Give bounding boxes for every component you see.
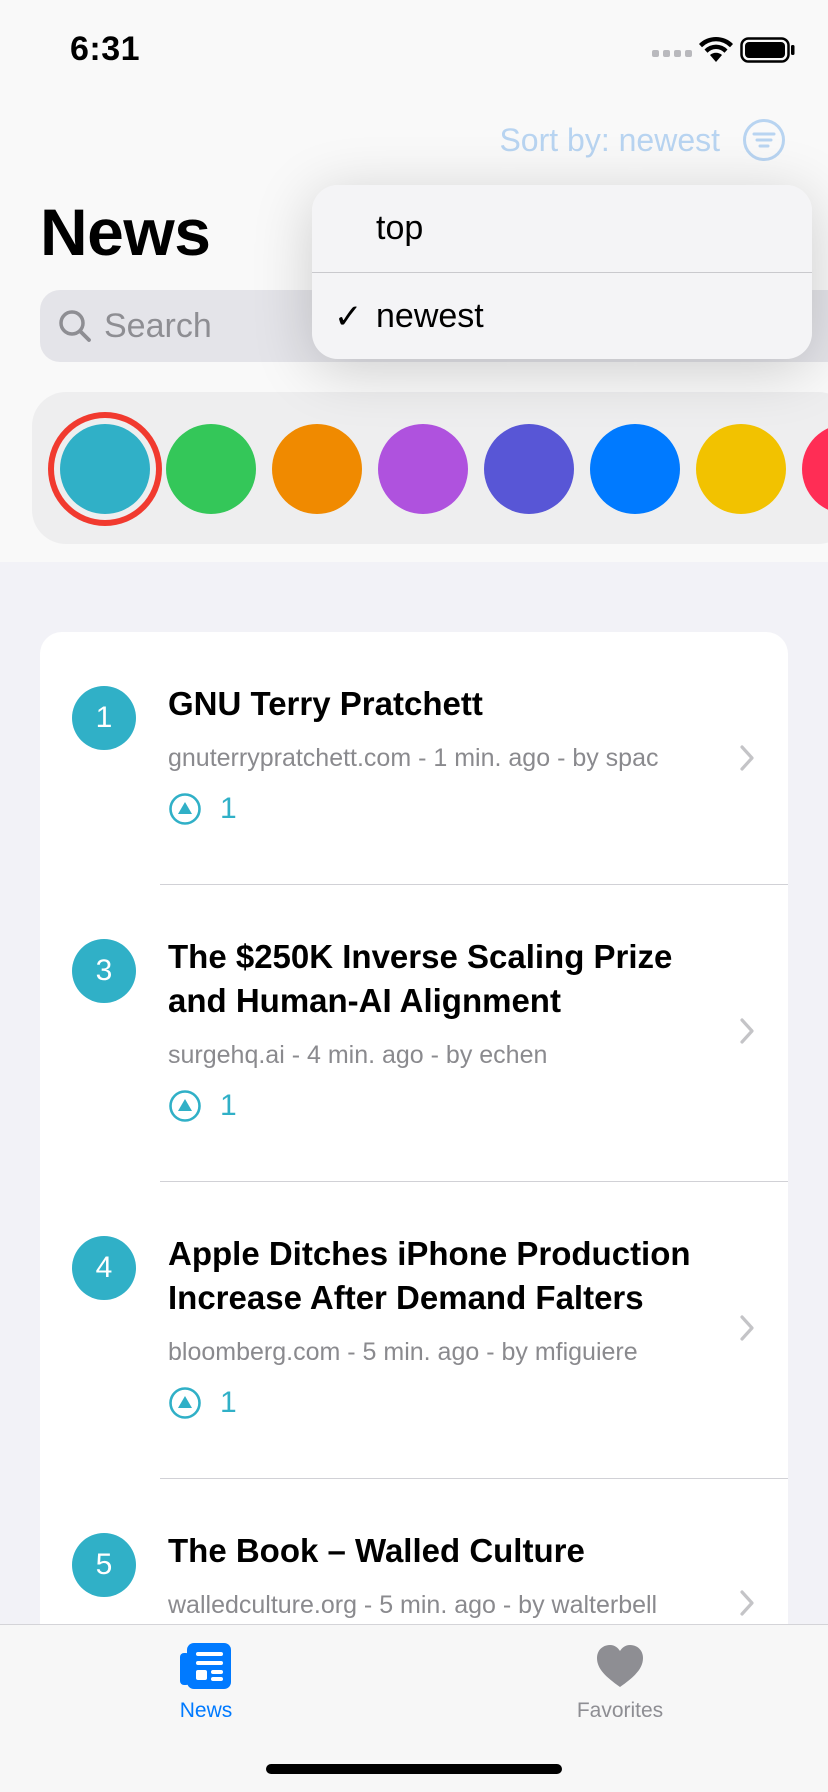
color-swatch[interactable] — [272, 424, 362, 514]
sort-option-label: newest — [376, 297, 484, 335]
score-value: 1 — [220, 1089, 237, 1122]
chevron-right-icon — [740, 1018, 754, 1044]
chevron-right-icon — [740, 1315, 754, 1341]
color-swatch[interactable] — [802, 424, 828, 514]
story-title: Apple Ditches iPhone Production Increase… — [168, 1235, 691, 1316]
rank-badge: 1 — [72, 686, 136, 750]
home-indicator — [266, 1764, 562, 1774]
story-score: 1 — [168, 792, 237, 826]
checkmark-icon: ✓ — [334, 297, 363, 336]
upvote-icon — [169, 1387, 201, 1419]
story-meta: gnuterrypratchett.com - 1 min. ago - by … — [168, 744, 659, 772]
upvote-icon — [169, 793, 201, 825]
color-swatch[interactable] — [590, 424, 680, 514]
cellular-signal-icon — [652, 50, 692, 57]
tab-label: Favorites — [576, 1699, 664, 1722]
heart-icon — [597, 1645, 643, 1687]
chevron-right-icon — [740, 745, 754, 771]
story-title: The Book – Walled Culture — [168, 1532, 585, 1569]
story-title: The $250K Inverse Scaling Prize and Huma… — [168, 938, 673, 1019]
screen: Sort by: newest News Search 6:31 1 GNU T… — [0, 0, 828, 1792]
chevron-right-icon — [740, 1590, 754, 1616]
battery-icon — [740, 37, 795, 63]
story-meta: bloomberg.com - 5 min. ago - by mfiguier… — [168, 1338, 638, 1366]
sort-button[interactable]: Sort by: newest — [499, 118, 786, 162]
story-row[interactable]: 1 GNU Terry Pratchett gnuterrypratchett.… — [40, 632, 788, 884]
tab-favorites[interactable]: Favorites — [520, 1639, 720, 1723]
sort-option-label: top — [376, 209, 424, 247]
story-score: 1 — [168, 1386, 237, 1420]
status-bar: 6:31 — [0, 0, 828, 100]
sort-menu: top ✓ newest — [312, 185, 812, 359]
score-value: 1 — [220, 792, 237, 825]
status-time: 6:31 — [70, 30, 141, 68]
rank-badge: 4 — [72, 1236, 136, 1300]
story-score: 1 — [168, 1089, 237, 1123]
story-row[interactable]: 4 Apple Ditches iPhone Production Increa… — [40, 1182, 788, 1478]
story-meta: walledculture.org - 5 min. ago - by walt… — [168, 1591, 658, 1619]
rank-badge: 5 — [72, 1533, 136, 1597]
score-value: 1 — [220, 1386, 237, 1419]
newspaper-icon — [180, 1643, 231, 1689]
filter-circle-icon — [743, 119, 785, 161]
color-palette — [32, 392, 828, 544]
page-title: News — [40, 195, 211, 269]
sort-label: Sort by: newest — [499, 121, 720, 158]
story-title: GNU Terry Pratchett — [168, 685, 483, 722]
color-swatch[interactable] — [696, 424, 786, 514]
color-swatch[interactable] — [166, 424, 256, 514]
tab-label: News — [179, 1699, 233, 1722]
search-icon — [59, 310, 91, 342]
upvote-icon — [169, 1090, 201, 1122]
tab-news[interactable]: News — [106, 1639, 306, 1723]
color-swatch[interactable] — [60, 424, 150, 514]
story-row[interactable]: 3 The $250K Inverse Scaling Prize and Hu… — [40, 885, 788, 1181]
sort-option-newest[interactable]: ✓ newest — [312, 273, 812, 359]
color-swatch[interactable] — [484, 424, 574, 514]
story-meta: surgehq.ai - 4 min. ago - by echen — [168, 1041, 548, 1069]
rank-badge: 3 — [72, 939, 136, 1003]
sort-option-top[interactable]: top — [312, 185, 812, 272]
story-list: 1 GNU Terry Pratchett gnuterrypratchett.… — [40, 632, 788, 1792]
wifi-icon — [699, 36, 733, 62]
color-swatch[interactable] — [378, 424, 468, 514]
